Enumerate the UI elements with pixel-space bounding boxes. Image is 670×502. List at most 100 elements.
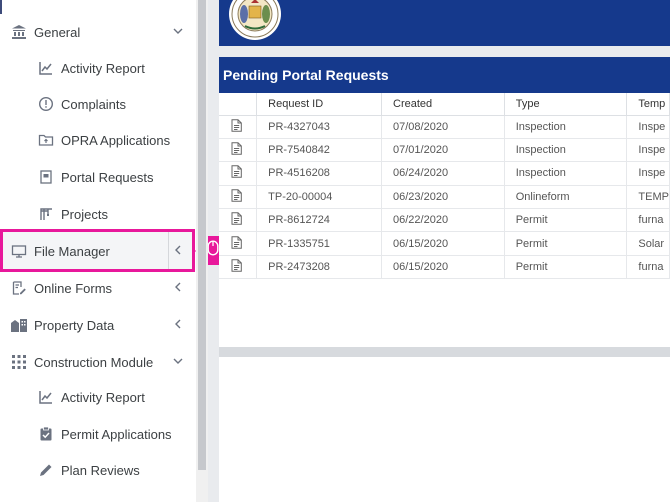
document-icon[interactable] bbox=[231, 142, 242, 158]
cell-request-id[interactable]: PR-4327043 bbox=[256, 115, 383, 139]
table-row[interactable]: PR-8612724 06/22/2020 Permit furna bbox=[219, 208, 670, 233]
sidebar-item-label: OPRA Applications bbox=[61, 132, 171, 148]
document-icon-cell[interactable] bbox=[219, 115, 258, 139]
sidebar-item-label: Online Forms bbox=[34, 280, 113, 296]
pending-portal-requests-panel: Pending Portal Requests Request ID Creat… bbox=[219, 57, 670, 347]
chevron-left-icon[interactable] bbox=[172, 244, 184, 256]
table-row[interactable]: PR-4516208 06/24/2020 Inspection Inspe bbox=[219, 161, 670, 186]
app-header bbox=[219, 0, 670, 46]
cell-request-id[interactable]: PR-1335751 bbox=[256, 231, 383, 256]
sidebar-item-file-manager[interactable]: File Manager bbox=[0, 236, 196, 266]
panel-footer bbox=[219, 347, 670, 357]
sidebar-item-opra-applications[interactable]: OPRA Applications bbox=[0, 125, 196, 155]
document-icon[interactable] bbox=[231, 259, 242, 275]
sidebar-item-label: Complaints bbox=[61, 96, 127, 112]
cell-template: furna bbox=[626, 208, 670, 233]
pen-icon bbox=[37, 461, 55, 479]
sidebar-item-label: Property Data bbox=[34, 317, 115, 333]
sidebar-item-general[interactable]: General bbox=[0, 17, 196, 47]
sidebar-item-portal-requests[interactable]: Portal Requests bbox=[0, 162, 196, 192]
cell-template: Solar bbox=[626, 231, 670, 256]
mouse-icon bbox=[207, 240, 219, 261]
sidebar-item-complaints[interactable]: Complaints bbox=[0, 89, 196, 119]
requests-table: Request ID Created Type Temp PR-4327043 0… bbox=[219, 93, 670, 280]
document-icon-cell[interactable] bbox=[219, 255, 258, 280]
chevron-down-icon[interactable] bbox=[172, 355, 184, 367]
chevron-left-icon[interactable] bbox=[172, 281, 184, 293]
document-icon[interactable] bbox=[231, 235, 242, 252]
sidebar-item-label: Construction Module bbox=[34, 354, 154, 370]
buildings-icon bbox=[10, 316, 28, 334]
cell-type: Permit bbox=[504, 208, 628, 233]
sidebar-item-label: Projects bbox=[61, 206, 108, 222]
cell-request-id[interactable]: TP-20-00004 bbox=[256, 185, 383, 210]
cell-template: Inspe bbox=[626, 115, 670, 139]
alert-circle-icon bbox=[37, 95, 55, 113]
chevron-down-icon[interactable] bbox=[172, 25, 184, 37]
chart-line-icon bbox=[37, 59, 55, 77]
page-icon bbox=[37, 168, 55, 186]
cell-type: Permit bbox=[504, 231, 628, 256]
secondary-panel bbox=[219, 357, 670, 502]
form-edit-icon bbox=[10, 279, 28, 297]
column-header-request-id[interactable]: Request ID bbox=[256, 93, 383, 116]
cell-created: 06/24/2020 bbox=[381, 161, 505, 186]
chart-line-icon bbox=[37, 388, 55, 406]
sidebar-item-projects[interactable]: Projects bbox=[0, 199, 196, 229]
column-header-created[interactable]: Created bbox=[381, 93, 505, 116]
document-icon[interactable] bbox=[231, 118, 242, 135]
document-icon-cell[interactable] bbox=[219, 161, 258, 186]
document-icon-cell[interactable] bbox=[219, 231, 258, 256]
scrollbar-thumb[interactable] bbox=[198, 0, 206, 470]
document-icon[interactable] bbox=[231, 189, 242, 205]
sidebar: General Activity Report Complaints OPRA … bbox=[0, 0, 196, 502]
cell-request-id[interactable]: PR-7540842 bbox=[256, 138, 383, 163]
grid-dots-icon bbox=[10, 353, 28, 371]
cell-created: 06/15/2020 bbox=[381, 231, 505, 256]
sidebar-item-label: Portal Requests bbox=[61, 169, 154, 185]
sidebar-item-label: General bbox=[34, 24, 81, 40]
table-row[interactable]: PR-4327043 07/08/2020 Inspection Inspe bbox=[219, 115, 670, 139]
column-header-type[interactable]: Type bbox=[504, 93, 628, 116]
cell-created: 06/23/2020 bbox=[381, 185, 505, 210]
sidebar-item-plan-reviews[interactable]: Plan Reviews bbox=[0, 455, 196, 485]
column-header-icon bbox=[219, 93, 258, 116]
sidebar-item-construction-module[interactable]: Construction Module bbox=[0, 347, 196, 377]
cell-template: Inspe bbox=[626, 161, 670, 186]
cell-created: 07/01/2020 bbox=[381, 138, 505, 163]
document-icon-cell[interactable] bbox=[219, 185, 258, 210]
bank-icon bbox=[10, 23, 28, 41]
cell-type: Permit bbox=[504, 255, 628, 280]
cell-template: TEMP bbox=[626, 185, 670, 210]
sidebar-top-indicator bbox=[0, 0, 2, 14]
sidebar-item-permit-applications[interactable]: Permit Applications bbox=[0, 419, 196, 449]
chevron-left-icon[interactable] bbox=[172, 318, 184, 330]
sidebar-item-activity-report[interactable]: Activity Report bbox=[0, 53, 196, 83]
clipboard-check-icon bbox=[37, 425, 55, 443]
sidebar-item-label: Activity Report bbox=[61, 389, 145, 405]
document-icon[interactable] bbox=[231, 165, 242, 181]
document-icon-cell[interactable] bbox=[219, 138, 258, 163]
table-row[interactable]: PR-7540842 07/01/2020 Inspection Inspe bbox=[219, 138, 670, 163]
cell-request-id[interactable]: PR-8612724 bbox=[256, 208, 383, 233]
sidebar-item-online-forms[interactable]: Online Forms bbox=[0, 273, 196, 303]
table-row[interactable]: PR-1335751 06/15/2020 Permit Solar bbox=[219, 231, 670, 256]
table-row[interactable]: TP-20-00004 06/23/2020 Onlineform TEMP bbox=[219, 185, 670, 210]
cell-created: 06/15/2020 bbox=[381, 255, 505, 280]
sidebar-scrollbar[interactable] bbox=[196, 0, 208, 502]
document-icon[interactable] bbox=[231, 212, 242, 228]
sidebar-item-activity-report-construction[interactable]: Activity Report bbox=[0, 382, 196, 412]
cell-request-id[interactable]: PR-4516208 bbox=[256, 161, 383, 186]
sidebar-item-label: Plan Reviews bbox=[61, 462, 140, 478]
table-row[interactable]: PR-2473208 06/15/2020 Permit furna bbox=[219, 255, 670, 280]
column-header-template[interactable]: Temp bbox=[626, 93, 670, 116]
cell-created: 07/08/2020 bbox=[381, 115, 505, 139]
folder-arrow-icon bbox=[37, 131, 55, 149]
sidebar-item-property-data[interactable]: Property Data bbox=[0, 310, 196, 340]
cell-type: Inspection bbox=[504, 161, 628, 186]
document-icon-cell[interactable] bbox=[219, 208, 258, 233]
crane-icon bbox=[37, 205, 55, 223]
cell-request-id[interactable]: PR-2473208 bbox=[256, 255, 383, 280]
cell-type: Inspection bbox=[504, 115, 628, 139]
sidebar-item-label: Activity Report bbox=[61, 60, 145, 76]
